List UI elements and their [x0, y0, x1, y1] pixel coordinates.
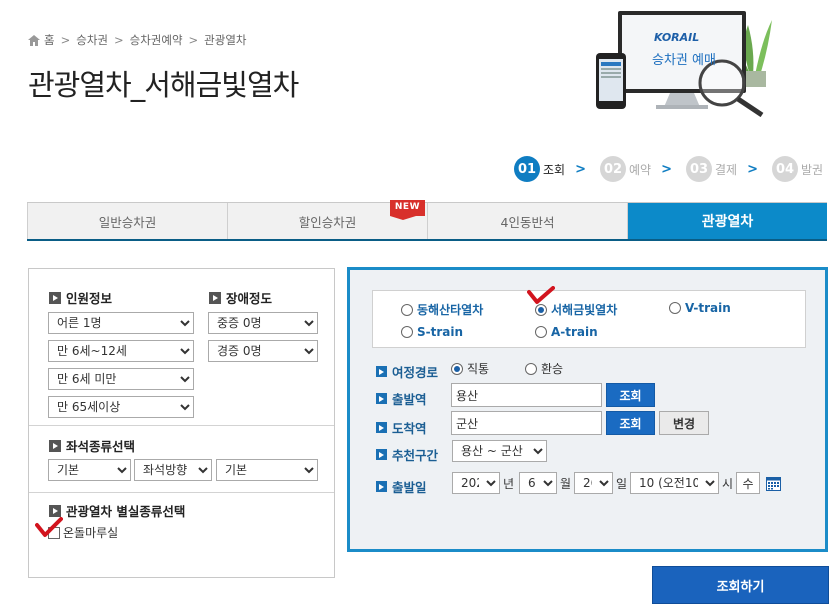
- passenger-panel: 인원정보 장애정도 어른 1명 중증 0명 만 6세~12세 경증 0명 만 6…: [28, 268, 335, 578]
- infant-select[interactable]: 만 6세 미만: [48, 368, 194, 390]
- day-select[interactable]: 26: [574, 472, 613, 494]
- chevron-right-icon: >: [747, 161, 758, 177]
- hour-select[interactable]: 10 (오전10): [630, 472, 719, 494]
- check-mark-icon: [35, 517, 63, 537]
- hero-caption: 승차권 예매: [652, 53, 716, 68]
- arrow-bullet-icon: [376, 449, 387, 460]
- child-select[interactable]: 만 6세~12세: [48, 340, 194, 362]
- radio-icon: [401, 326, 413, 338]
- hero-illustration: KORAIL 승차권 예매: [590, 5, 790, 118]
- arrow-bullet-icon: [49, 439, 61, 452]
- arrow-bullet-icon: [376, 393, 387, 404]
- train-radio-strain[interactable]: S-train: [401, 325, 463, 339]
- train-radio-atrain[interactable]: A-train: [535, 325, 598, 339]
- month-unit: 월: [560, 477, 572, 491]
- room-option-label: 온돌마루실: [63, 526, 119, 540]
- recommend-section-select[interactable]: 용산 ~ 군산: [452, 440, 547, 462]
- arrow-bullet-icon: [49, 291, 61, 304]
- train-radio-vtrain[interactable]: V-train: [669, 301, 731, 315]
- month-select[interactable]: 6: [519, 472, 557, 494]
- swap-stations-button[interactable]: 변경: [659, 411, 709, 435]
- arrival-input[interactable]: [451, 411, 602, 435]
- radio-icon: [669, 302, 681, 314]
- route-transfer[interactable]: 환승: [525, 360, 563, 377]
- radio-selected-icon: [451, 362, 463, 375]
- seat-option-select[interactable]: 기본: [216, 459, 318, 481]
- progress-steps: 01 조회 > 02 예약 > 03 결제 > 04 발권: [514, 156, 823, 182]
- passenger-title: 인원정보: [49, 288, 112, 307]
- day-unit: 일: [616, 477, 628, 491]
- ticket-type-tabs: 일반승차권 할인승차권 NEW 4인동반석 관광열차: [27, 200, 827, 241]
- disability-title: 장애정도: [209, 288, 272, 307]
- year-unit: 년: [503, 477, 515, 491]
- arrow-bullet-icon: [376, 422, 387, 433]
- adult-select[interactable]: 어른 1명: [48, 312, 194, 334]
- arrow-bullet-icon: [209, 291, 221, 304]
- arrival-label: 도착역: [376, 418, 427, 437]
- check-mark-icon: [527, 286, 555, 304]
- departure-label: 출발역: [376, 389, 427, 408]
- calendar-icon[interactable]: [766, 476, 781, 491]
- step-issue: 04 발권: [772, 156, 823, 182]
- divider: [29, 425, 334, 426]
- radio-icon: [525, 362, 537, 375]
- train-type-box: 동해산타열차 서해금빛열차 V-train S-train A-train: [372, 286, 806, 348]
- departure-input[interactable]: [451, 383, 602, 407]
- room-type-title: 관광열차 별실종류선택: [49, 501, 185, 520]
- chevron-right-icon: >: [113, 33, 124, 47]
- tab-discount[interactable]: 할인승차권 NEW: [228, 200, 428, 239]
- route-direct-label: 직통: [467, 362, 490, 376]
- year-select[interactable]: 2024: [452, 472, 500, 494]
- chevron-right-icon: >: [60, 33, 71, 47]
- hour-unit: 시: [722, 477, 734, 491]
- arrow-bullet-icon: [376, 481, 387, 492]
- new-badge: NEW: [389, 200, 425, 220]
- seat-type-select[interactable]: 기본: [48, 459, 131, 481]
- chevron-right-icon: >: [575, 161, 586, 177]
- arrow-bullet-icon: [49, 504, 61, 517]
- tab-four-seat[interactable]: 4인동반석: [428, 203, 628, 239]
- route-direct[interactable]: 직통: [451, 360, 489, 377]
- departure-search-button[interactable]: 조회: [606, 383, 655, 407]
- tab-general[interactable]: 일반승차권: [27, 203, 228, 239]
- route-label: 여정경로: [376, 362, 438, 381]
- arrow-bullet-icon: [376, 366, 387, 377]
- radio-icon: [401, 303, 413, 316]
- seat-direction-select[interactable]: 좌석방향: [134, 459, 212, 481]
- tab-tour-train[interactable]: 관광열차: [628, 203, 827, 239]
- breadcrumb-home[interactable]: 홈: [44, 32, 55, 48]
- arrival-search-button[interactable]: 조회: [606, 411, 655, 435]
- breadcrumb-reservation[interactable]: 승차권예약: [130, 32, 183, 48]
- senior-select[interactable]: 만 65세이상: [48, 396, 194, 418]
- mild-disability-select[interactable]: 경증 0명: [208, 340, 318, 362]
- divider: [29, 492, 334, 493]
- breadcrumb: 홈 > 승차권 > 승차권예약 > 관광열차: [28, 32, 247, 48]
- search-submit-button[interactable]: 조회하기: [652, 566, 829, 604]
- seat-type-title: 좌석종류선택: [49, 436, 135, 455]
- tab-discount-label: 할인승차권: [298, 214, 357, 230]
- chevron-right-icon: >: [188, 33, 199, 47]
- radio-icon: [535, 326, 547, 338]
- home-icon[interactable]: [28, 34, 40, 46]
- page-title: 관광열차_서해금빛열차: [28, 68, 299, 102]
- recommend-label: 추천구간: [376, 445, 438, 464]
- date-label: 출발일: [376, 477, 427, 496]
- route-transfer-label: 환승: [541, 362, 564, 376]
- step-reserve: 02 예약 >: [600, 156, 686, 182]
- train-radio-donghae[interactable]: 동해산타열차: [401, 301, 483, 318]
- chevron-right-icon: >: [661, 161, 672, 177]
- breadcrumb-tour-train[interactable]: 관광열차: [204, 32, 246, 48]
- step-search: 01 조회 >: [514, 156, 600, 182]
- search-panel: 동해산타열차 서해금빛열차 V-train S-train A-train 여정…: [347, 267, 828, 552]
- severe-disability-select[interactable]: 중증 0명: [208, 312, 318, 334]
- step-payment: 03 결제 >: [686, 156, 772, 182]
- breadcrumb-ticket[interactable]: 승차권: [76, 32, 108, 48]
- weekday-display: 수: [736, 472, 760, 494]
- korail-logo: KORAIL: [654, 31, 700, 44]
